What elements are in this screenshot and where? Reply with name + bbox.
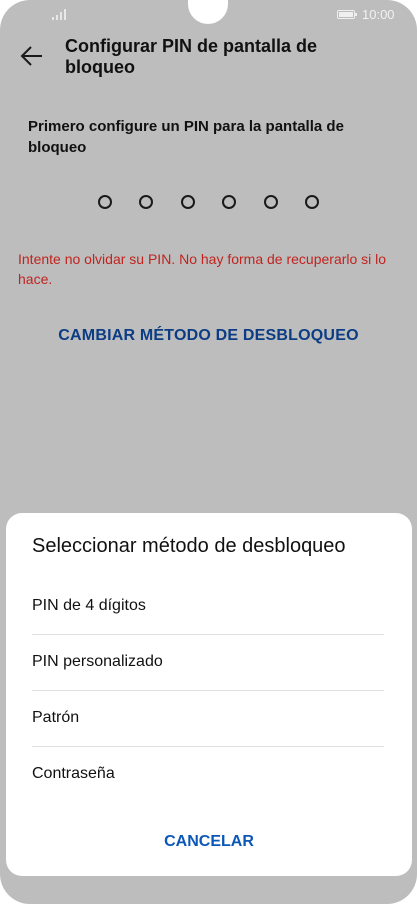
pin-dot <box>305 195 319 209</box>
change-unlock-method-button[interactable]: CAMBIAR MÉTODO DE DESBLOQUEO <box>0 327 417 345</box>
option-password[interactable]: Contraseña <box>32 746 384 802</box>
app-header: Configurar PIN de pantalla de bloqueo <box>0 30 417 86</box>
option-pattern[interactable]: Patrón <box>32 690 384 746</box>
pin-warning: Intente no olvidar su PIN. No hay forma … <box>18 251 387 287</box>
pin-dot <box>139 195 153 209</box>
sheet-title: Seleccionar método de desbloqueo <box>32 535 346 557</box>
cancel-button[interactable]: CANCELAR <box>6 833 412 851</box>
pin-dot <box>181 195 195 209</box>
signal-icon <box>52 8 68 20</box>
pin-entry-indicator <box>0 195 417 209</box>
pin-instruction: Primero configure un PIN para la pantall… <box>28 118 344 156</box>
back-arrow-icon[interactable] <box>18 42 46 70</box>
status-bar: 10:00 <box>0 0 417 30</box>
battery-icon <box>337 10 357 19</box>
option-4-digit-pin[interactable]: PIN de 4 dígitos <box>32 578 384 634</box>
status-time: 10:00 <box>362 7 395 22</box>
option-custom-pin[interactable]: PIN personalizado <box>32 634 384 690</box>
pin-dot <box>98 195 112 209</box>
phone-screen: 10:00 Configurar PIN de pantalla de bloq… <box>0 0 417 904</box>
pin-dot <box>264 195 278 209</box>
unlock-method-sheet: Seleccionar método de desbloqueo PIN de … <box>6 513 412 876</box>
pin-dot <box>222 195 236 209</box>
page-title: Configurar PIN de pantalla de bloqueo <box>65 36 318 77</box>
